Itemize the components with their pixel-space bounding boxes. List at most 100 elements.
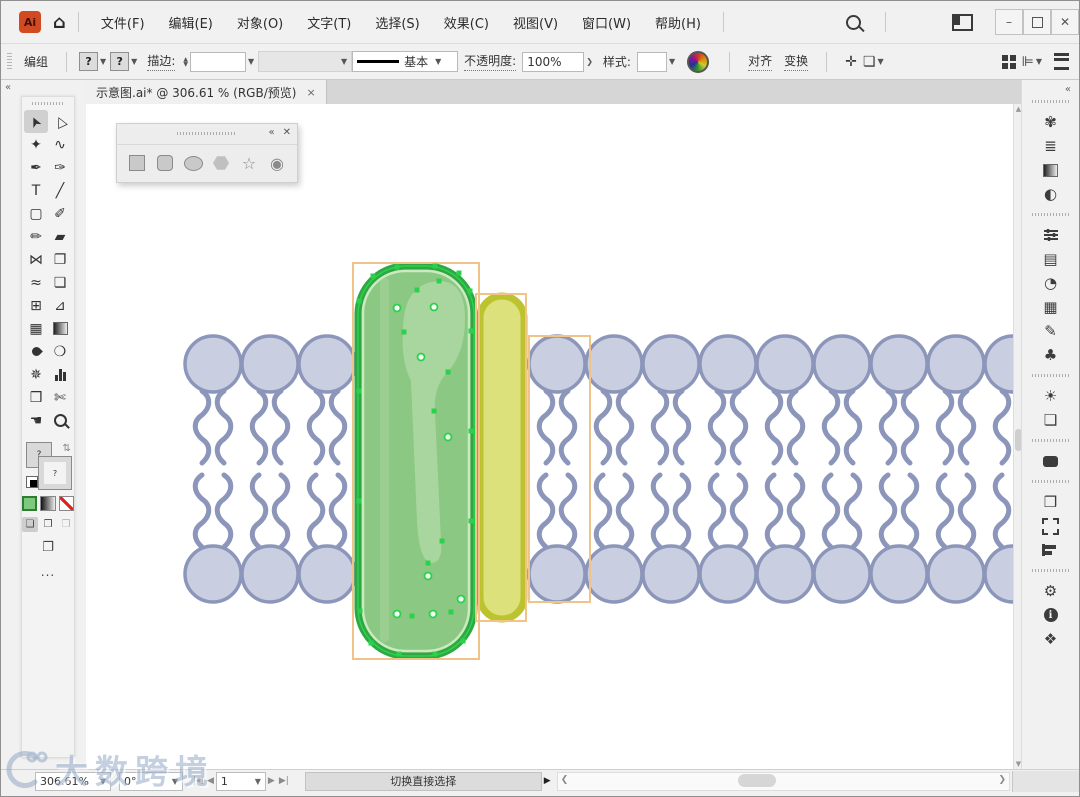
- color-button[interactable]: [22, 496, 38, 511]
- line-segment-tool[interactable]: ╱: [48, 179, 72, 202]
- asset-export-panel-icon[interactable]: ⚙: [1022, 579, 1079, 603]
- magic-wand-tool[interactable]: ✦: [24, 133, 48, 156]
- select-similar-objects-icon[interactable]: ❏: [863, 54, 876, 70]
- draw-normal-mode-button[interactable]: ❏: [22, 517, 38, 532]
- horizontal-scroll-thumb[interactable]: [737, 773, 776, 787]
- eraser-tool[interactable]: ▰: [48, 225, 72, 248]
- hand-tool[interactable]: ☚: [24, 409, 48, 432]
- rounded-rectangle-shape-tool[interactable]: [154, 152, 176, 174]
- horizontal-scrollbar[interactable]: ❮ ❯: [556, 771, 1010, 791]
- menu-item[interactable]: 对象(O): [227, 9, 293, 36]
- dock-group-handle[interactable]: [1032, 569, 1069, 572]
- layers-panel-icon[interactable]: ❖: [1022, 627, 1079, 651]
- ellipse-shape-tool[interactable]: [182, 152, 204, 174]
- artboards-panel-icon[interactable]: ❏: [1022, 408, 1079, 432]
- blend-tool[interactable]: ❍: [48, 340, 72, 363]
- previous-artboard-icon[interactable]: ◀: [207, 776, 214, 786]
- dock-group-handle[interactable]: [1032, 213, 1069, 216]
- polygon-shape-tool[interactable]: [210, 152, 232, 174]
- paintbrush-tool[interactable]: ✐: [48, 202, 72, 225]
- control-bar-menu-icon[interactable]: [1054, 53, 1069, 70]
- home-icon[interactable]: ⌂: [53, 12, 66, 33]
- menu-item[interactable]: 窗口(W): [572, 9, 641, 36]
- arrange-documents-icon[interactable]: [952, 13, 973, 31]
- chevron-down-icon[interactable]: ▼: [131, 57, 137, 66]
- status-display-menu-icon[interactable]: ▶: [544, 776, 551, 786]
- close-button[interactable]: ✕: [1051, 9, 1079, 35]
- lasso-tool[interactable]: ∿: [48, 133, 72, 156]
- edit-toolbar-button[interactable]: ...: [36, 565, 60, 579]
- brushes-panel-icon[interactable]: ✎: [1022, 319, 1079, 343]
- fill-color-swatch[interactable]: ?: [79, 52, 99, 71]
- symbols-panel-icon[interactable]: ♣: [1022, 343, 1079, 367]
- zoom-tool[interactable]: [48, 409, 72, 432]
- draw-behind-mode-button[interactable]: ❐: [40, 517, 56, 532]
- dock-group-handle[interactable]: [1032, 480, 1069, 483]
- tab-close-icon[interactable]: ×: [306, 86, 315, 99]
- stroke-color-swatch[interactable]: ?: [110, 52, 130, 71]
- opacity-panel-link[interactable]: 不透明度:: [464, 52, 517, 71]
- width-tool[interactable]: ≈: [24, 271, 48, 294]
- scroll-right-icon[interactable]: ❯: [998, 775, 1006, 785]
- control-bar-grip[interactable]: [7, 52, 12, 71]
- menu-item[interactable]: 视图(V): [503, 9, 568, 36]
- zoom-level-select[interactable]: 306.61% ▼: [35, 771, 111, 791]
- illustrator-app-icon[interactable]: Ai: [19, 11, 41, 33]
- canvas-area[interactable]: «✕ ☆ ◉: [86, 104, 1014, 769]
- menu-item[interactable]: 文件(F): [91, 9, 155, 36]
- swap-fill-stroke-icon[interactable]: ⇄: [60, 443, 71, 451]
- next-artboard-icon[interactable]: ▶: [268, 776, 275, 786]
- artboard-number-select[interactable]: 1 ▼: [215, 771, 266, 791]
- align-to-selection-icon[interactable]: [1001, 54, 1016, 69]
- pencil-tool[interactable]: ✏: [24, 225, 48, 248]
- shape-builder-tool[interactable]: ⊞: [24, 294, 48, 317]
- appearance-panel-icon[interactable]: ☀: [1022, 384, 1079, 408]
- transparency-panel-icon[interactable]: ◐: [1022, 182, 1079, 206]
- swatches-panel-icon[interactable]: ▦: [1022, 295, 1079, 319]
- rectangle-shape-tool[interactable]: [126, 152, 148, 174]
- free-transform-tool[interactable]: ❏: [48, 271, 72, 294]
- recolor-artwork-icon[interactable]: [687, 50, 710, 73]
- perspective-grid-tool[interactable]: ⊿: [48, 294, 72, 317]
- libraries-panel-icon[interactable]: ▤: [1022, 247, 1079, 271]
- expand-panels-icon[interactable]: «: [1022, 80, 1079, 95]
- column-graph-tool[interactable]: [48, 363, 72, 386]
- brush-definition-select[interactable]: 基本 ▼: [352, 51, 459, 72]
- scroll-left-icon[interactable]: ❮: [561, 775, 569, 785]
- reflect-tool[interactable]: ⋈: [24, 248, 48, 271]
- menu-item[interactable]: 编辑(E): [159, 9, 223, 36]
- chevron-down-icon[interactable]: ▼: [100, 57, 106, 66]
- pathfinder-panel-icon[interactable]: ❒: [1022, 490, 1079, 514]
- transform-panel-link[interactable]: 变换: [784, 52, 809, 71]
- shapes-panel-titlebar[interactable]: «✕: [117, 124, 297, 145]
- stroke-indicator[interactable]: ?: [38, 456, 72, 490]
- rectangle-tool[interactable]: ▢: [24, 202, 48, 225]
- menu-item[interactable]: 文字(T): [297, 9, 361, 36]
- star-shape-tool[interactable]: ☆: [238, 152, 260, 174]
- style-swatch[interactable]: [636, 51, 667, 72]
- default-fill-stroke-icon[interactable]: [26, 476, 38, 488]
- none-button[interactable]: [58, 496, 74, 511]
- distribute-objects-icon[interactable]: ⊫: [1022, 54, 1034, 70]
- menu-item[interactable]: 帮助(H): [645, 9, 711, 36]
- minimize-button[interactable]: –: [995, 9, 1023, 35]
- document-tab[interactable]: 示意图.ai* @ 306.61 % (RGB/预览) ×: [86, 80, 327, 104]
- dock-group-handle[interactable]: [1032, 100, 1069, 103]
- slice-tool[interactable]: ✄: [48, 386, 72, 409]
- last-artboard-icon[interactable]: ▶|: [279, 776, 289, 786]
- maximize-button[interactable]: [1023, 9, 1051, 35]
- stroke-weight-stepper[interactable]: ▲ ▼: [183, 56, 188, 67]
- dock-group-handle[interactable]: [1032, 439, 1069, 442]
- chevron-down-icon[interactable]: ▼: [877, 57, 883, 66]
- direct-selection-tool[interactable]: ▷: [48, 110, 72, 133]
- artboard-tool[interactable]: ❒: [24, 386, 48, 409]
- gradient-button[interactable]: [40, 496, 56, 511]
- stroke-panel-link[interactable]: 描边:: [147, 52, 176, 71]
- first-artboard-icon[interactable]: |◀: [193, 776, 203, 786]
- chevron-down-icon[interactable]: ▼: [1036, 57, 1042, 66]
- opacity-input[interactable]: 100%: [522, 51, 585, 72]
- symbol-sprayer-tool[interactable]: ✵: [24, 363, 48, 386]
- pen-tool[interactable]: ✒: [24, 156, 48, 179]
- opacity-expand-arrow[interactable]: ❯: [586, 57, 593, 66]
- scale-tool[interactable]: ❐: [48, 248, 72, 271]
